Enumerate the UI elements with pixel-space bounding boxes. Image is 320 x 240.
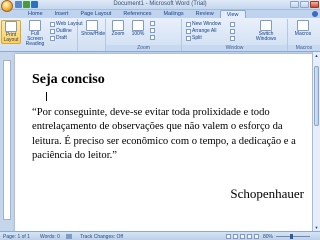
- tab-mailings[interactable]: Mailings: [157, 10, 189, 18]
- view-side-by-side-icon[interactable]: [230, 22, 235, 27]
- group-document-views: Print Layout Full Screen Reading Web Lay…: [0, 19, 83, 51]
- full-screen-view-icon[interactable]: [233, 234, 238, 239]
- office-button[interactable]: [1, 0, 13, 12]
- group-macros-label: Macros: [288, 45, 320, 51]
- proofing-icon[interactable]: [66, 234, 72, 239]
- group-macros: Macros Macros: [288, 19, 320, 51]
- title-bar: Document1 - Microsoft Word (Trial): [0, 0, 320, 12]
- page-width-button[interactable]: [150, 35, 155, 40]
- switch-windows-label: Switch Windows: [255, 31, 277, 42]
- two-pages-button[interactable]: [150, 28, 155, 33]
- close-button[interactable]: [310, 1, 319, 8]
- outline-button[interactable]: Outline: [50, 28, 72, 34]
- group-zoom-label: Zoom: [106, 45, 181, 51]
- zoom-slider-handle[interactable]: [290, 234, 293, 239]
- track-changes-status[interactable]: Track Changes: Off: [80, 234, 123, 240]
- group-zoom: Zoom 100% Zoom: [106, 19, 182, 51]
- maximize-button[interactable]: [300, 1, 309, 8]
- group-window-label: Window: [182, 45, 287, 51]
- web-layout-icon: [50, 21, 55, 27]
- one-page-icon: [150, 21, 155, 26]
- ribbon: Print Layout Full Screen Reading Web Lay…: [0, 18, 320, 52]
- zoom-button[interactable]: Zoom: [108, 20, 128, 44]
- full-screen-reading-button[interactable]: Full Screen Reading: [23, 20, 47, 47]
- zoom-100-label: 100%: [131, 31, 145, 37]
- ribbon-tabs: Home Insert Page Layout References Maili…: [0, 10, 320, 18]
- zoom-100-icon: [132, 20, 144, 31]
- new-window-icon: [186, 21, 191, 27]
- show-hide-label: Show/Hide: [81, 31, 106, 37]
- switch-windows-button[interactable]: Switch Windows: [252, 20, 280, 44]
- vertical-scrollbar[interactable]: ▲ ▼: [312, 52, 320, 231]
- magnifier-icon: [112, 20, 124, 31]
- text-cursor: [46, 92, 47, 101]
- zoom-level[interactable]: 80%: [263, 234, 273, 240]
- full-screen-reading-icon: [29, 20, 41, 31]
- page-width-icon: [150, 35, 155, 40]
- split-button[interactable]: Split: [186, 35, 202, 41]
- macros-icon: [297, 20, 309, 31]
- document-heading[interactable]: Seja conciso: [32, 72, 105, 88]
- window-title: Document1 - Microsoft Word (Trial): [113, 1, 207, 7]
- scroll-thumb[interactable]: [314, 66, 319, 126]
- draft-view-icon[interactable]: [254, 234, 259, 239]
- arrange-all-icon: [186, 28, 191, 34]
- tab-insert[interactable]: Insert: [49, 10, 75, 18]
- arrange-all-button[interactable]: Arrange All: [186, 28, 216, 34]
- draft-icon: [50, 35, 55, 41]
- scroll-up-icon[interactable]: ▲: [314, 53, 319, 58]
- split-icon: [186, 35, 191, 41]
- word-count[interactable]: Words: 0: [40, 234, 60, 240]
- print-layout-icon: [5, 21, 17, 32]
- two-pages-icon: [150, 28, 155, 33]
- minimize-button[interactable]: [290, 1, 299, 8]
- outline-icon: [50, 28, 55, 34]
- new-window-label: New Window: [192, 21, 222, 27]
- switch-windows-icon: [260, 20, 272, 31]
- help-icon[interactable]: [312, 11, 318, 17]
- tab-page-layout[interactable]: Page Layout: [74, 10, 117, 18]
- group-show-hide: Show/Hide: [78, 19, 106, 51]
- macros-label: Macros: [294, 31, 312, 37]
- outline-label: Outline: [56, 28, 72, 34]
- macros-button[interactable]: Macros: [293, 20, 313, 44]
- split-label: Split: [192, 35, 202, 41]
- tab-home[interactable]: Home: [22, 10, 49, 18]
- document-body[interactable]: “Por conseguinte, deve-se evitar toda pr…: [32, 106, 308, 164]
- vertical-ruler: [3, 60, 11, 220]
- print-layout-button[interactable]: Print Layout: [1, 20, 21, 44]
- print-layout-view-icon[interactable]: [226, 234, 231, 239]
- arrange-all-label: Arrange All: [192, 28, 217, 34]
- group-window: New Window Arrange All Split Switch Wind…: [182, 19, 288, 51]
- tab-references[interactable]: References: [117, 10, 157, 18]
- document-author[interactable]: Schopenhauer: [230, 186, 304, 202]
- tab-view[interactable]: View: [219, 10, 246, 18]
- web-layout-view-icon[interactable]: [240, 234, 245, 239]
- show-hide-icon: [86, 20, 98, 31]
- one-page-button[interactable]: [150, 21, 155, 26]
- page-count[interactable]: Page: 1 of 1: [3, 234, 30, 240]
- reset-window-position-icon[interactable]: [230, 36, 235, 41]
- draft-button[interactable]: Draft: [50, 35, 67, 41]
- scroll-down-icon[interactable]: ▼: [314, 225, 319, 230]
- full-screen-reading-label: Full Screen Reading: [25, 31, 45, 47]
- zoom-label: Zoom: [111, 31, 125, 37]
- status-bar: Page: 1 of 1 Words: 0 Track Changes: Off…: [0, 231, 320, 240]
- show-hide-button[interactable]: Show/Hide: [81, 20, 106, 44]
- draft-label: Draft: [56, 35, 67, 41]
- tab-review[interactable]: Review: [190, 10, 220, 18]
- outline-view-icon[interactable]: [247, 234, 252, 239]
- new-window-button[interactable]: New Window: [186, 21, 221, 27]
- zoom-slider[interactable]: [276, 236, 310, 237]
- synchronous-scrolling-icon[interactable]: [230, 29, 235, 34]
- window-controls: [290, 1, 319, 8]
- print-layout-label: Print Layout: [3, 32, 19, 43]
- zoom-100-button[interactable]: 100%: [128, 20, 148, 44]
